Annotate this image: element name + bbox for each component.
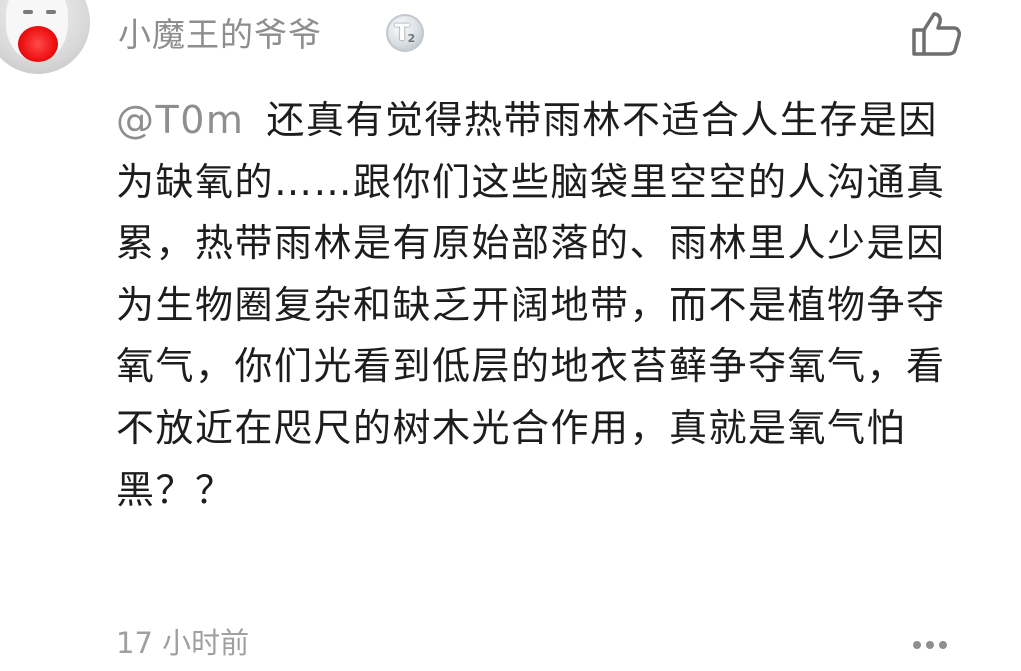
avatar-mouth [18, 26, 58, 62]
username[interactable]: 小魔王的爷爷 [118, 8, 322, 56]
dot [939, 641, 947, 649]
avatar-eye [23, 10, 33, 14]
more-dots-icon[interactable] [913, 634, 953, 649]
thumbs-up-icon[interactable] [910, 10, 962, 58]
badge-level: 2 [407, 31, 416, 45]
avatar[interactable] [0, 0, 90, 74]
mention-link[interactable]: @T0m [116, 98, 244, 142]
comment-text: 还真有觉得热带雨林不适合人生存是因为缺氧的……跟你们这些脑袋里空空的人沟通真累，… [116, 98, 946, 512]
comment-body: @T0m 还真有觉得热带雨林不适合人生存是因为缺氧的……跟你们这些脑袋里空空的人沟… [116, 90, 966, 521]
level-badge-icon: T 2 [386, 14, 424, 52]
dot [926, 641, 934, 649]
timestamp: 17 小时前 [116, 626, 250, 660]
avatar-eye [46, 10, 56, 14]
dot [913, 641, 921, 649]
